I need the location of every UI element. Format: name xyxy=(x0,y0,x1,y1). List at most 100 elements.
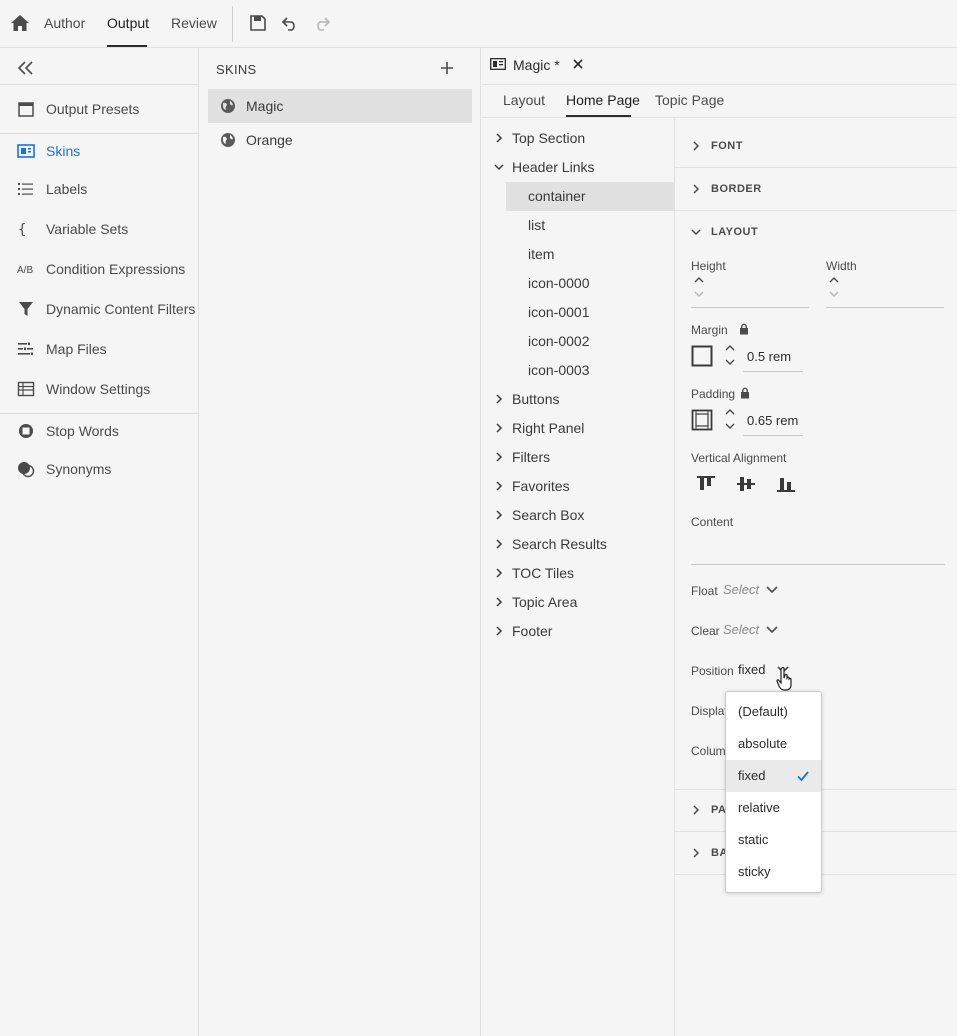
chevron-right-icon[interactable] xyxy=(494,394,504,404)
dropdown-option-fixed[interactable]: fixed xyxy=(726,760,821,792)
tab-review[interactable]: Review xyxy=(171,15,217,31)
home-icon[interactable] xyxy=(10,14,30,32)
tree-node-filters[interactable]: Filters xyxy=(482,443,674,472)
chevron-right-icon[interactable] xyxy=(494,133,504,143)
nav-label: Variable Sets xyxy=(46,221,129,237)
chevron-right-icon[interactable] xyxy=(494,626,504,636)
tree-node-footer[interactable]: Footer xyxy=(482,617,674,646)
content-field[interactable] xyxy=(691,564,945,565)
tree-node-icon-0002[interactable]: icon-0002 xyxy=(482,327,674,356)
chevron-down-icon[interactable] xyxy=(494,162,504,172)
tree-node-favorites[interactable]: Favorites xyxy=(482,472,674,501)
lock-icon[interactable] xyxy=(740,387,750,399)
tree-node-list[interactable]: list xyxy=(482,211,674,240)
section-font[interactable]: FONT xyxy=(675,125,957,168)
svg-text:A/B: A/B xyxy=(17,265,33,276)
align-bottom-icon[interactable] xyxy=(777,476,795,492)
nav-item-variable-sets[interactable]: { } Variable Sets xyxy=(0,211,199,247)
nav-item-output-presets[interactable]: Output Presets xyxy=(0,91,199,127)
tree-node-search-results[interactable]: Search Results xyxy=(482,530,674,559)
close-icon[interactable] xyxy=(572,58,584,70)
skin-item-magic[interactable]: Magic xyxy=(208,89,472,123)
tree-node-item[interactable]: item xyxy=(482,240,674,269)
skin-label: Magic xyxy=(246,98,284,114)
tree-node-search-box[interactable]: Search Box xyxy=(482,501,674,530)
tab-layout[interactable]: Layout xyxy=(503,92,545,108)
tab-home-page[interactable]: Home Page xyxy=(566,92,640,108)
nav-item-dynamic-content-filters[interactable]: Dynamic Content Filters xyxy=(0,291,199,327)
tree-node-top-section[interactable]: Top Section xyxy=(482,124,674,153)
chevron-right-icon[interactable] xyxy=(691,805,701,815)
tree-node-icon-0000[interactable]: icon-0000 xyxy=(482,269,674,298)
chevron-right-icon[interactable] xyxy=(494,568,504,578)
padding-value[interactable]: 0.65 rem xyxy=(747,413,798,428)
add-skin-icon[interactable] xyxy=(439,60,455,76)
margin-stepper[interactable] xyxy=(725,344,735,366)
section-border[interactable]: BORDER xyxy=(675,168,957,211)
nav-label: Synonyms xyxy=(46,461,112,477)
redo-icon[interactable] xyxy=(313,14,331,32)
nav-item-window-settings[interactable]: Window Settings xyxy=(0,371,199,407)
height-stepper[interactable] xyxy=(694,276,704,298)
chevron-right-icon[interactable] xyxy=(691,848,701,858)
dropdown-option-sticky[interactable]: sticky xyxy=(726,856,821,888)
dropdown-option-static[interactable]: static xyxy=(726,824,821,856)
dropdown-option-absolute[interactable]: absolute xyxy=(726,728,821,760)
height-field[interactable] xyxy=(691,307,809,308)
tab-output[interactable]: Output xyxy=(107,15,149,31)
save-icon[interactable] xyxy=(249,14,267,32)
align-middle-icon[interactable] xyxy=(737,476,755,492)
chevron-right-icon[interactable] xyxy=(494,510,504,520)
nav-item-condition-expressions[interactable]: A/B Condition Expressions xyxy=(0,251,199,287)
nav-item-synonyms[interactable]: Synonyms xyxy=(0,451,199,487)
width-stepper[interactable] xyxy=(829,276,839,298)
nav-item-map-files[interactable]: Map Files xyxy=(0,331,199,367)
chevron-right-icon[interactable] xyxy=(494,597,504,607)
tree-node-icon-0001[interactable]: icon-0001 xyxy=(482,298,674,327)
chevron-right-icon[interactable] xyxy=(691,184,701,194)
float-select[interactable]: Select xyxy=(723,582,759,597)
ab-icon: A/B xyxy=(17,265,33,276)
tree-node-toc-tiles[interactable]: TOC Tiles xyxy=(482,559,674,588)
tree-node-header-links[interactable]: Header Links xyxy=(482,153,674,182)
chevron-down-icon[interactable] xyxy=(766,586,778,594)
tree-node-icon-0003[interactable]: icon-0003 xyxy=(482,356,674,385)
nav-item-labels[interactable]: Labels xyxy=(0,171,199,207)
chevron-down-icon[interactable] xyxy=(691,227,701,237)
section-layout[interactable]: LAYOUT xyxy=(675,211,957,254)
tree-node-label: Search Results xyxy=(512,536,607,552)
width-label: Width xyxy=(826,259,857,273)
braces-icon: { } xyxy=(18,222,35,238)
dropdown-option-default[interactable]: (Default) xyxy=(726,696,821,728)
tree-node-container[interactable]: container xyxy=(506,182,674,211)
chevron-right-icon[interactable] xyxy=(494,423,504,433)
tab-author[interactable]: Author xyxy=(44,15,85,31)
clear-select[interactable]: Select xyxy=(723,622,759,637)
skin-item-orange[interactable]: Orange xyxy=(208,123,472,157)
width-field[interactable] xyxy=(826,307,944,308)
collapse-panel-icon[interactable] xyxy=(16,60,36,76)
tree-node-topic-area[interactable]: Topic Area xyxy=(482,588,674,617)
padding-box-icon[interactable] xyxy=(691,409,713,431)
margin-box-icon[interactable] xyxy=(691,345,713,367)
document-tab-label: Magic * xyxy=(513,57,560,73)
position-select[interactable]: fixed xyxy=(738,662,765,677)
tree-node-buttons[interactable]: Buttons xyxy=(482,385,674,414)
margin-value[interactable]: 0.5 rem xyxy=(747,349,791,364)
padding-stepper[interactable] xyxy=(725,408,735,430)
dropdown-option-relative[interactable]: relative xyxy=(726,792,821,824)
undo-icon[interactable] xyxy=(281,14,299,32)
chevron-right-icon[interactable] xyxy=(494,452,504,462)
nav-item-stop-words[interactable]: Stop Words xyxy=(0,413,199,449)
lock-icon[interactable] xyxy=(739,323,749,335)
tree-node-right-panel[interactable]: Right Panel xyxy=(482,414,674,443)
tab-topic-page[interactable]: Topic Page xyxy=(655,92,724,108)
chevron-right-icon[interactable] xyxy=(494,539,504,549)
chevron-right-icon[interactable] xyxy=(691,141,701,151)
chevron-down-icon[interactable] xyxy=(766,626,778,634)
chevron-right-icon[interactable] xyxy=(494,481,504,491)
component-tree: Top Section Header Links container list … xyxy=(482,118,675,1036)
nav-item-skins[interactable]: Skins xyxy=(0,133,199,169)
padding-label: Padding xyxy=(691,387,736,401)
align-top-icon[interactable] xyxy=(697,476,715,492)
